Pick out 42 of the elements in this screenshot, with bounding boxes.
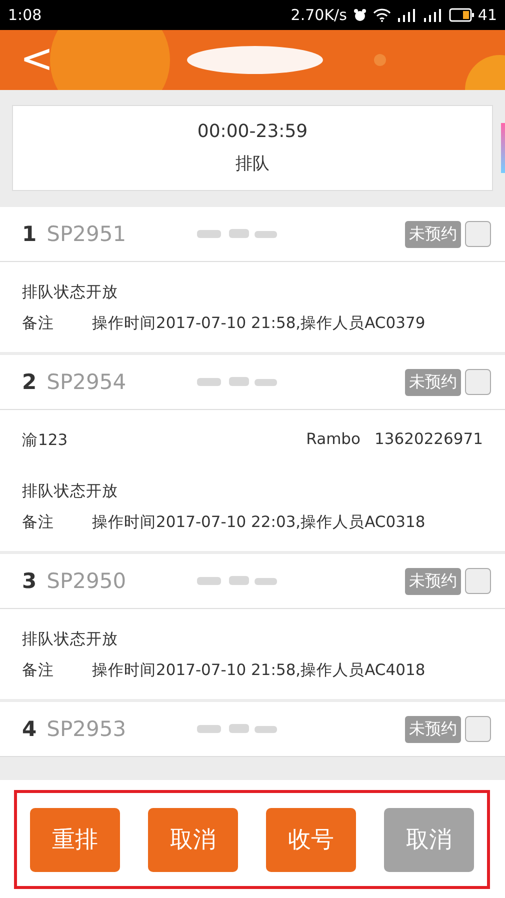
scroll-accent [501, 123, 505, 173]
item-code: SP2953 [46, 717, 128, 741]
item-code: SP2954 [46, 370, 128, 394]
battery-level: 41 [478, 6, 497, 24]
queue-status: 排队状态开放 [22, 282, 119, 303]
item-code: SP2951 [46, 222, 128, 246]
remark-text: 操作时间2017-07-10 21:58,操作人员AC0379 [92, 313, 426, 334]
queue-status: 排队状态开放 [22, 629, 119, 650]
item-number: 3 [22, 569, 37, 593]
remark-text: 操作时间2017-07-10 21:58,操作人员AC4018 [92, 660, 426, 681]
action-button[interactable]: 重排 [30, 808, 120, 872]
action-button[interactable]: 取消 [148, 808, 238, 872]
clock-time: 1:08 [8, 6, 42, 24]
item-code: SP2950 [46, 569, 128, 593]
checkbox[interactable] [465, 369, 491, 395]
back-button[interactable]: < [14, 36, 60, 82]
signal-icon [422, 8, 443, 22]
plate-number: 渝123 [22, 430, 69, 451]
status-badge: 未预约 [405, 716, 461, 742]
checkbox[interactable] [465, 221, 491, 247]
action-button[interactable]: 收号 [266, 808, 356, 872]
status-badge: 未预约 [405, 220, 461, 248]
queue-label: 排队 [236, 153, 270, 175]
time-range: 00:00-23:59 [197, 121, 308, 142]
item-number: 4 [22, 717, 37, 741]
wifi-icon [372, 8, 391, 22]
battery-icon [448, 8, 475, 22]
signal-icon [396, 8, 417, 22]
driver-name: Rambo [306, 430, 361, 450]
item-number: 2 [22, 370, 37, 394]
remark-text: 操作时间2017-07-10 22:03,操作人员AC0318 [92, 512, 426, 533]
checkbox[interactable] [465, 568, 491, 594]
item-number: 1 [22, 222, 37, 246]
checkbox[interactable] [465, 716, 491, 742]
remark-label: 备注 [22, 660, 55, 681]
status-badge: 未预约 [405, 568, 461, 594]
phone-number: 13620226971 [374, 430, 483, 450]
network-speed: 2.70K/s [290, 6, 347, 24]
remark-label: 备注 [22, 313, 55, 334]
queue-status: 排队状态开放 [22, 481, 119, 502]
status-badge: 未预约 [405, 368, 461, 396]
remark-label: 备注 [22, 512, 55, 533]
